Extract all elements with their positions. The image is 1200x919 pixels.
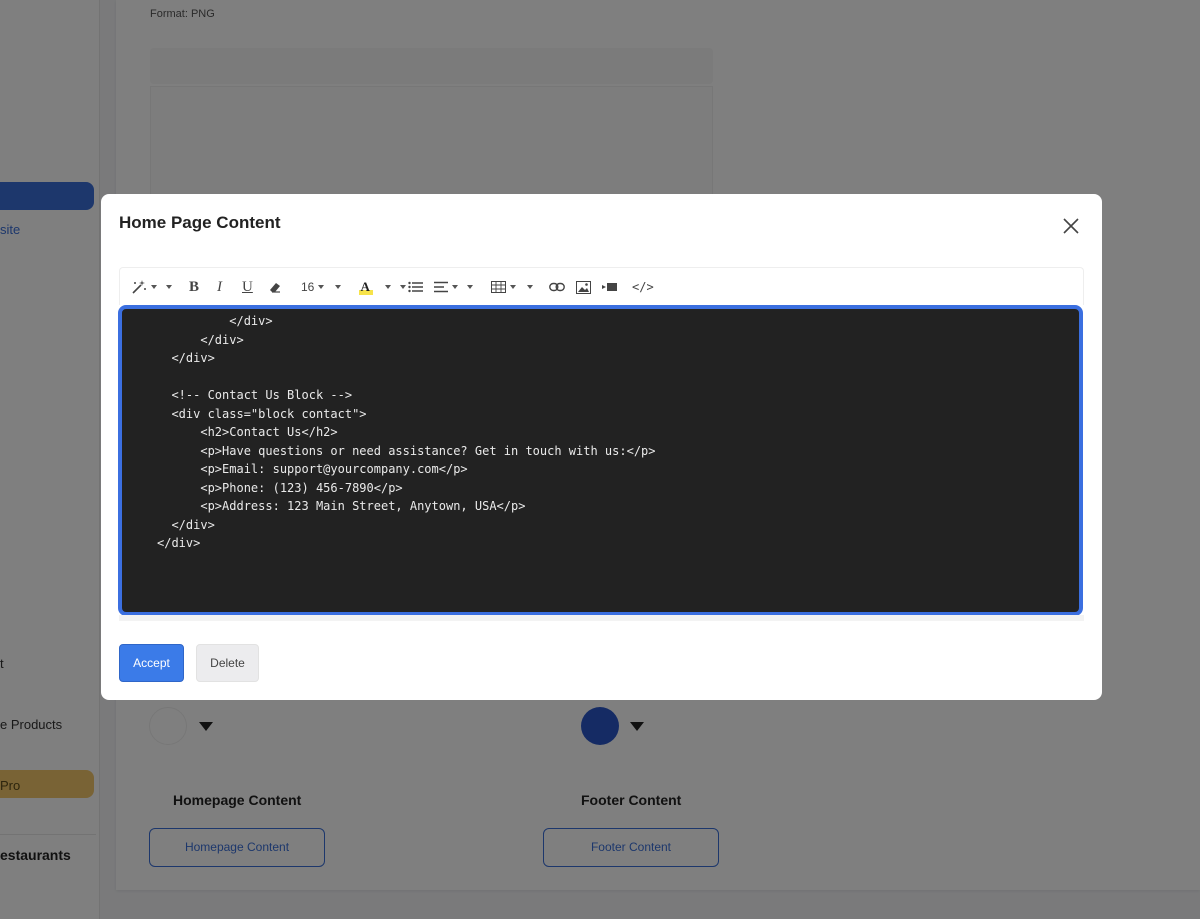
code-line[interactable]: <p>Address: 123 Main Street, Anytown, US… — [157, 497, 1079, 516]
code-content[interactable]: </div> </div> </div> <!-- Contact Us Blo… — [122, 309, 1079, 553]
italic-button[interactable]: I — [217, 278, 222, 296]
highlight-icon: A — [359, 279, 373, 295]
table-button[interactable] — [491, 278, 516, 296]
link-icon — [549, 282, 565, 292]
editor-resize-bar[interactable] — [119, 615, 1084, 621]
modal-title: Home Page Content — [119, 213, 281, 232]
magic-wand-button[interactable] — [131, 278, 157, 296]
code-line[interactable]: <p>Email: support@yourcompany.com</p> — [157, 460, 1079, 479]
chevron-down-icon[interactable] — [527, 285, 533, 289]
accept-button[interactable]: Accept — [119, 644, 184, 682]
list-button[interactable] — [396, 278, 423, 296]
font-size-dropdown[interactable]: 16 — [301, 278, 325, 296]
chevron-down-icon[interactable] — [385, 285, 391, 289]
table-icon — [491, 281, 506, 293]
align-button[interactable] — [434, 278, 458, 296]
editor-toolbar: B I U 16 A </> — [119, 267, 1084, 305]
video-icon — [602, 283, 617, 291]
image-button[interactable] — [576, 278, 591, 296]
code-view-button[interactable]: </> — [632, 278, 654, 296]
link-button[interactable] — [549, 278, 565, 296]
font-size-value: 16 — [301, 280, 315, 294]
home-page-content-modal: Home Page Content B I U 16 A </> </div> … — [101, 194, 1102, 700]
list-icon — [408, 281, 423, 293]
code-line[interactable]: <div class="block contact"> — [157, 405, 1079, 424]
code-icon: </> — [632, 280, 654, 294]
bold-button[interactable]: B — [189, 278, 199, 296]
code-line[interactable]: </div> — [157, 534, 1079, 553]
app-root: site t e Products Pro estaurants Format:… — [0, 0, 1200, 919]
code-line[interactable]: </div> — [157, 349, 1079, 368]
chevron-down-icon[interactable] — [467, 285, 473, 289]
code-editor[interactable]: </div> </div> </div> <!-- Contact Us Blo… — [118, 305, 1083, 616]
chevron-down-icon[interactable] — [166, 285, 172, 289]
code-line[interactable] — [157, 368, 1079, 387]
close-button[interactable] — [1059, 214, 1083, 238]
code-line[interactable]: </div> — [157, 312, 1079, 331]
highlight-color-button[interactable]: A — [359, 278, 373, 296]
svg-text:A: A — [361, 279, 371, 294]
align-left-icon — [434, 281, 448, 293]
code-line[interactable]: </div> — [157, 516, 1079, 535]
chevron-down-icon[interactable] — [335, 285, 341, 289]
magic-wand-icon — [132, 280, 146, 294]
code-line[interactable]: <p>Have questions or need assistance? Ge… — [157, 442, 1079, 461]
eraser-button[interactable] — [269, 278, 282, 296]
code-line[interactable]: <p>Phone: (123) 456-7890</p> — [157, 479, 1079, 498]
underline-icon: U — [242, 279, 253, 295]
code-line[interactable]: <h2>Contact Us</h2> — [157, 423, 1079, 442]
bold-icon: B — [189, 279, 200, 295]
eraser-icon — [270, 282, 280, 293]
code-line[interactable]: </div> — [157, 331, 1079, 350]
italic-icon: I — [217, 279, 222, 295]
code-line[interactable]: <!-- Contact Us Block --> — [157, 386, 1079, 405]
close-icon — [1063, 218, 1079, 234]
image-icon — [576, 280, 591, 294]
delete-button[interactable]: Delete — [196, 644, 259, 682]
underline-button[interactable]: U — [242, 278, 253, 296]
video-button[interactable] — [602, 278, 617, 296]
